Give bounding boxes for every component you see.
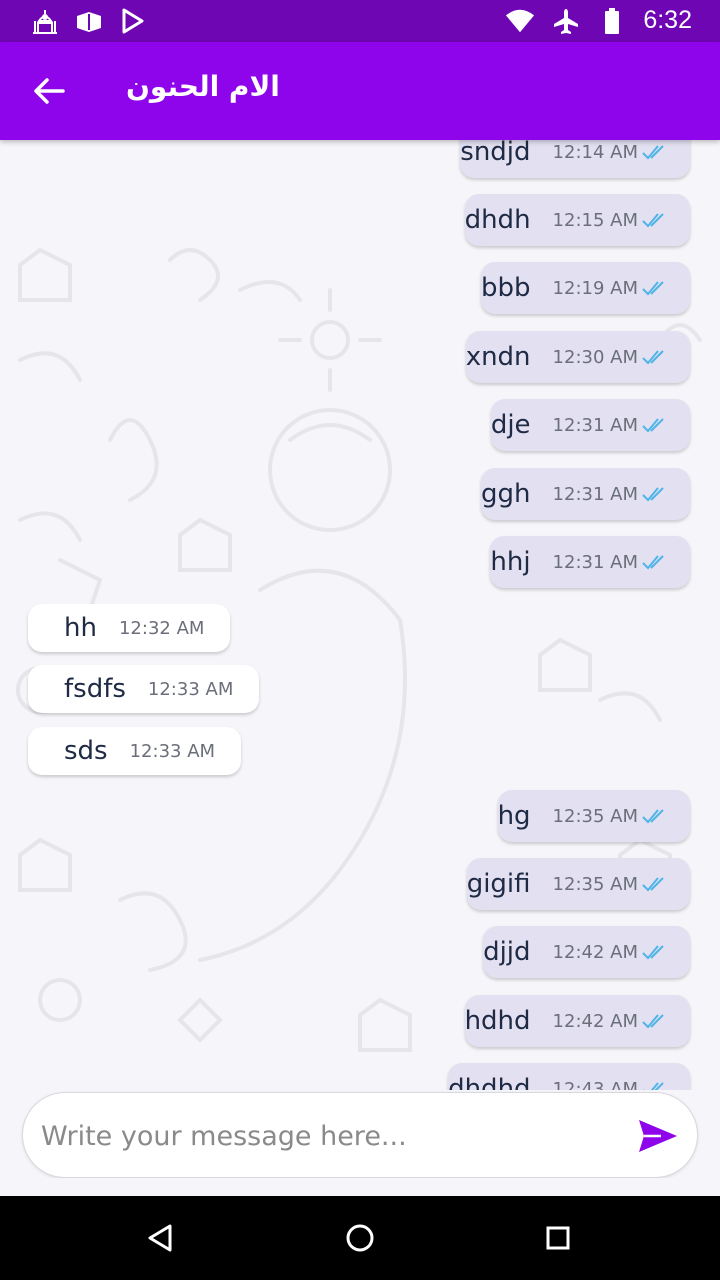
- outgoing-message-bubble[interactable]: sndjd 12:14 AM: [460, 140, 690, 178]
- double-check-icon: [642, 281, 664, 296]
- incoming-message-bubble[interactable]: fsdfs 12:33 AM: [28, 665, 260, 713]
- app-bar: الام الحنون: [0, 42, 720, 140]
- message-text: fsdfs: [64, 674, 126, 704]
- double-check-icon: [642, 1014, 664, 1029]
- message-time: 12:30 AM: [552, 346, 638, 368]
- message-text: sds: [64, 736, 108, 766]
- message-text: ggh: [481, 479, 531, 509]
- outgoing-message-bubble[interactable]: hg 12:35 AM: [497, 790, 690, 842]
- airplane-mode-icon: [551, 7, 581, 35]
- message-text: xndn: [465, 342, 531, 372]
- incoming-message-bubble[interactable]: sds 12:33 AM: [28, 727, 242, 775]
- double-check-icon: [642, 350, 664, 365]
- nav-home-button[interactable]: [340, 1218, 380, 1258]
- message-time: 12:35 AM: [552, 805, 638, 827]
- chat-title: الام الحنون: [126, 70, 280, 103]
- incoming-message-bubble[interactable]: hh 12:32 AM: [28, 604, 231, 652]
- message-text: dhdh: [464, 205, 531, 235]
- message-text: hdhd: [464, 1006, 531, 1036]
- message-time: 12:31 AM: [552, 414, 638, 436]
- double-check-icon: [642, 945, 664, 960]
- outgoing-message-bubble[interactable]: hhj 12:31 AM: [490, 536, 690, 588]
- double-check-icon: [642, 418, 664, 433]
- quran-icon: [74, 7, 104, 35]
- back-triangle-icon: [148, 1224, 172, 1252]
- message-time: 12:33 AM: [147, 678, 234, 700]
- nav-recents-button[interactable]: [538, 1218, 578, 1258]
- message-text: dje: [490, 410, 531, 440]
- message-time: 12:42 AM: [552, 1010, 638, 1032]
- double-check-icon: [642, 145, 664, 160]
- chat-area[interactable]: sndjd 12:14 AM dhdh 12:15 AM bbb 12:19 AM xndn…: [0, 140, 720, 1090]
- outgoing-message-bubble[interactable]: xndn 12:30 AM: [465, 331, 690, 383]
- message-composer: [22, 1092, 698, 1178]
- message-text: sndjd: [460, 140, 531, 167]
- outgoing-message-bubble[interactable]: gigifi 12:35 AM: [466, 858, 690, 910]
- message-time: 12:15 AM: [552, 209, 638, 231]
- send-icon: [639, 1120, 677, 1152]
- message-text: djjd: [483, 937, 531, 967]
- message-text: bbb: [481, 273, 531, 303]
- outgoing-message-bubble[interactable]: ggh 12:31 AM: [481, 468, 690, 520]
- back-button[interactable]: [22, 66, 76, 116]
- back-arrow-icon: [34, 78, 65, 104]
- home-circle-icon: [346, 1224, 374, 1252]
- outgoing-message-bubble[interactable]: dhdh 12:15 AM: [464, 194, 690, 246]
- message-time: 12:31 AM: [552, 551, 638, 573]
- battery-icon: [597, 7, 627, 35]
- recents-square-icon: [546, 1226, 570, 1250]
- double-check-icon: [642, 487, 664, 502]
- double-check-icon: [642, 555, 664, 570]
- message-time: 12:42 AM: [552, 941, 638, 963]
- message-text: gigifi: [466, 869, 531, 899]
- message-time: 12:14 AM: [552, 141, 638, 163]
- outgoing-message-bubble[interactable]: djjd 12:42 AM: [483, 926, 690, 978]
- mosque-icon: [30, 7, 60, 35]
- composer-footer-strip: [0, 1178, 720, 1196]
- status-bar: 6:32: [0, 0, 720, 42]
- message-time: 12:19 AM: [552, 277, 638, 299]
- outgoing-message-bubble[interactable]: dhdhd 12:43 AM: [448, 1063, 690, 1090]
- message-time: 12:43 AM: [552, 1078, 638, 1091]
- message-time: 12:33 AM: [129, 740, 216, 762]
- outgoing-message-bubble[interactable]: dje 12:31 AM: [490, 399, 690, 451]
- double-check-icon: [642, 809, 664, 824]
- message-text: hh: [64, 613, 97, 643]
- message-text: hg: [497, 801, 531, 831]
- system-nav-bar: [0, 1196, 720, 1280]
- outgoing-message-bubble[interactable]: bbb 12:19 AM: [481, 262, 690, 314]
- status-time: 6:32: [643, 6, 692, 34]
- message-time: 12:31 AM: [552, 483, 638, 505]
- message-time: 12:35 AM: [552, 873, 638, 895]
- nav-back-button[interactable]: [140, 1218, 180, 1258]
- play-store-icon: [118, 7, 148, 35]
- double-check-icon: [643, 1082, 664, 1090]
- double-check-icon: [642, 213, 664, 228]
- message-text: hhj: [490, 547, 531, 577]
- double-check-icon: [642, 877, 664, 892]
- message-input[interactable]: [41, 1113, 611, 1159]
- message-time: 12:32 AM: [118, 617, 205, 639]
- outgoing-message-bubble[interactable]: hdhd 12:42 AM: [464, 995, 690, 1047]
- wifi-icon: [505, 7, 535, 35]
- message-text: dhdhd: [448, 1074, 531, 1090]
- send-button[interactable]: [635, 1113, 681, 1159]
